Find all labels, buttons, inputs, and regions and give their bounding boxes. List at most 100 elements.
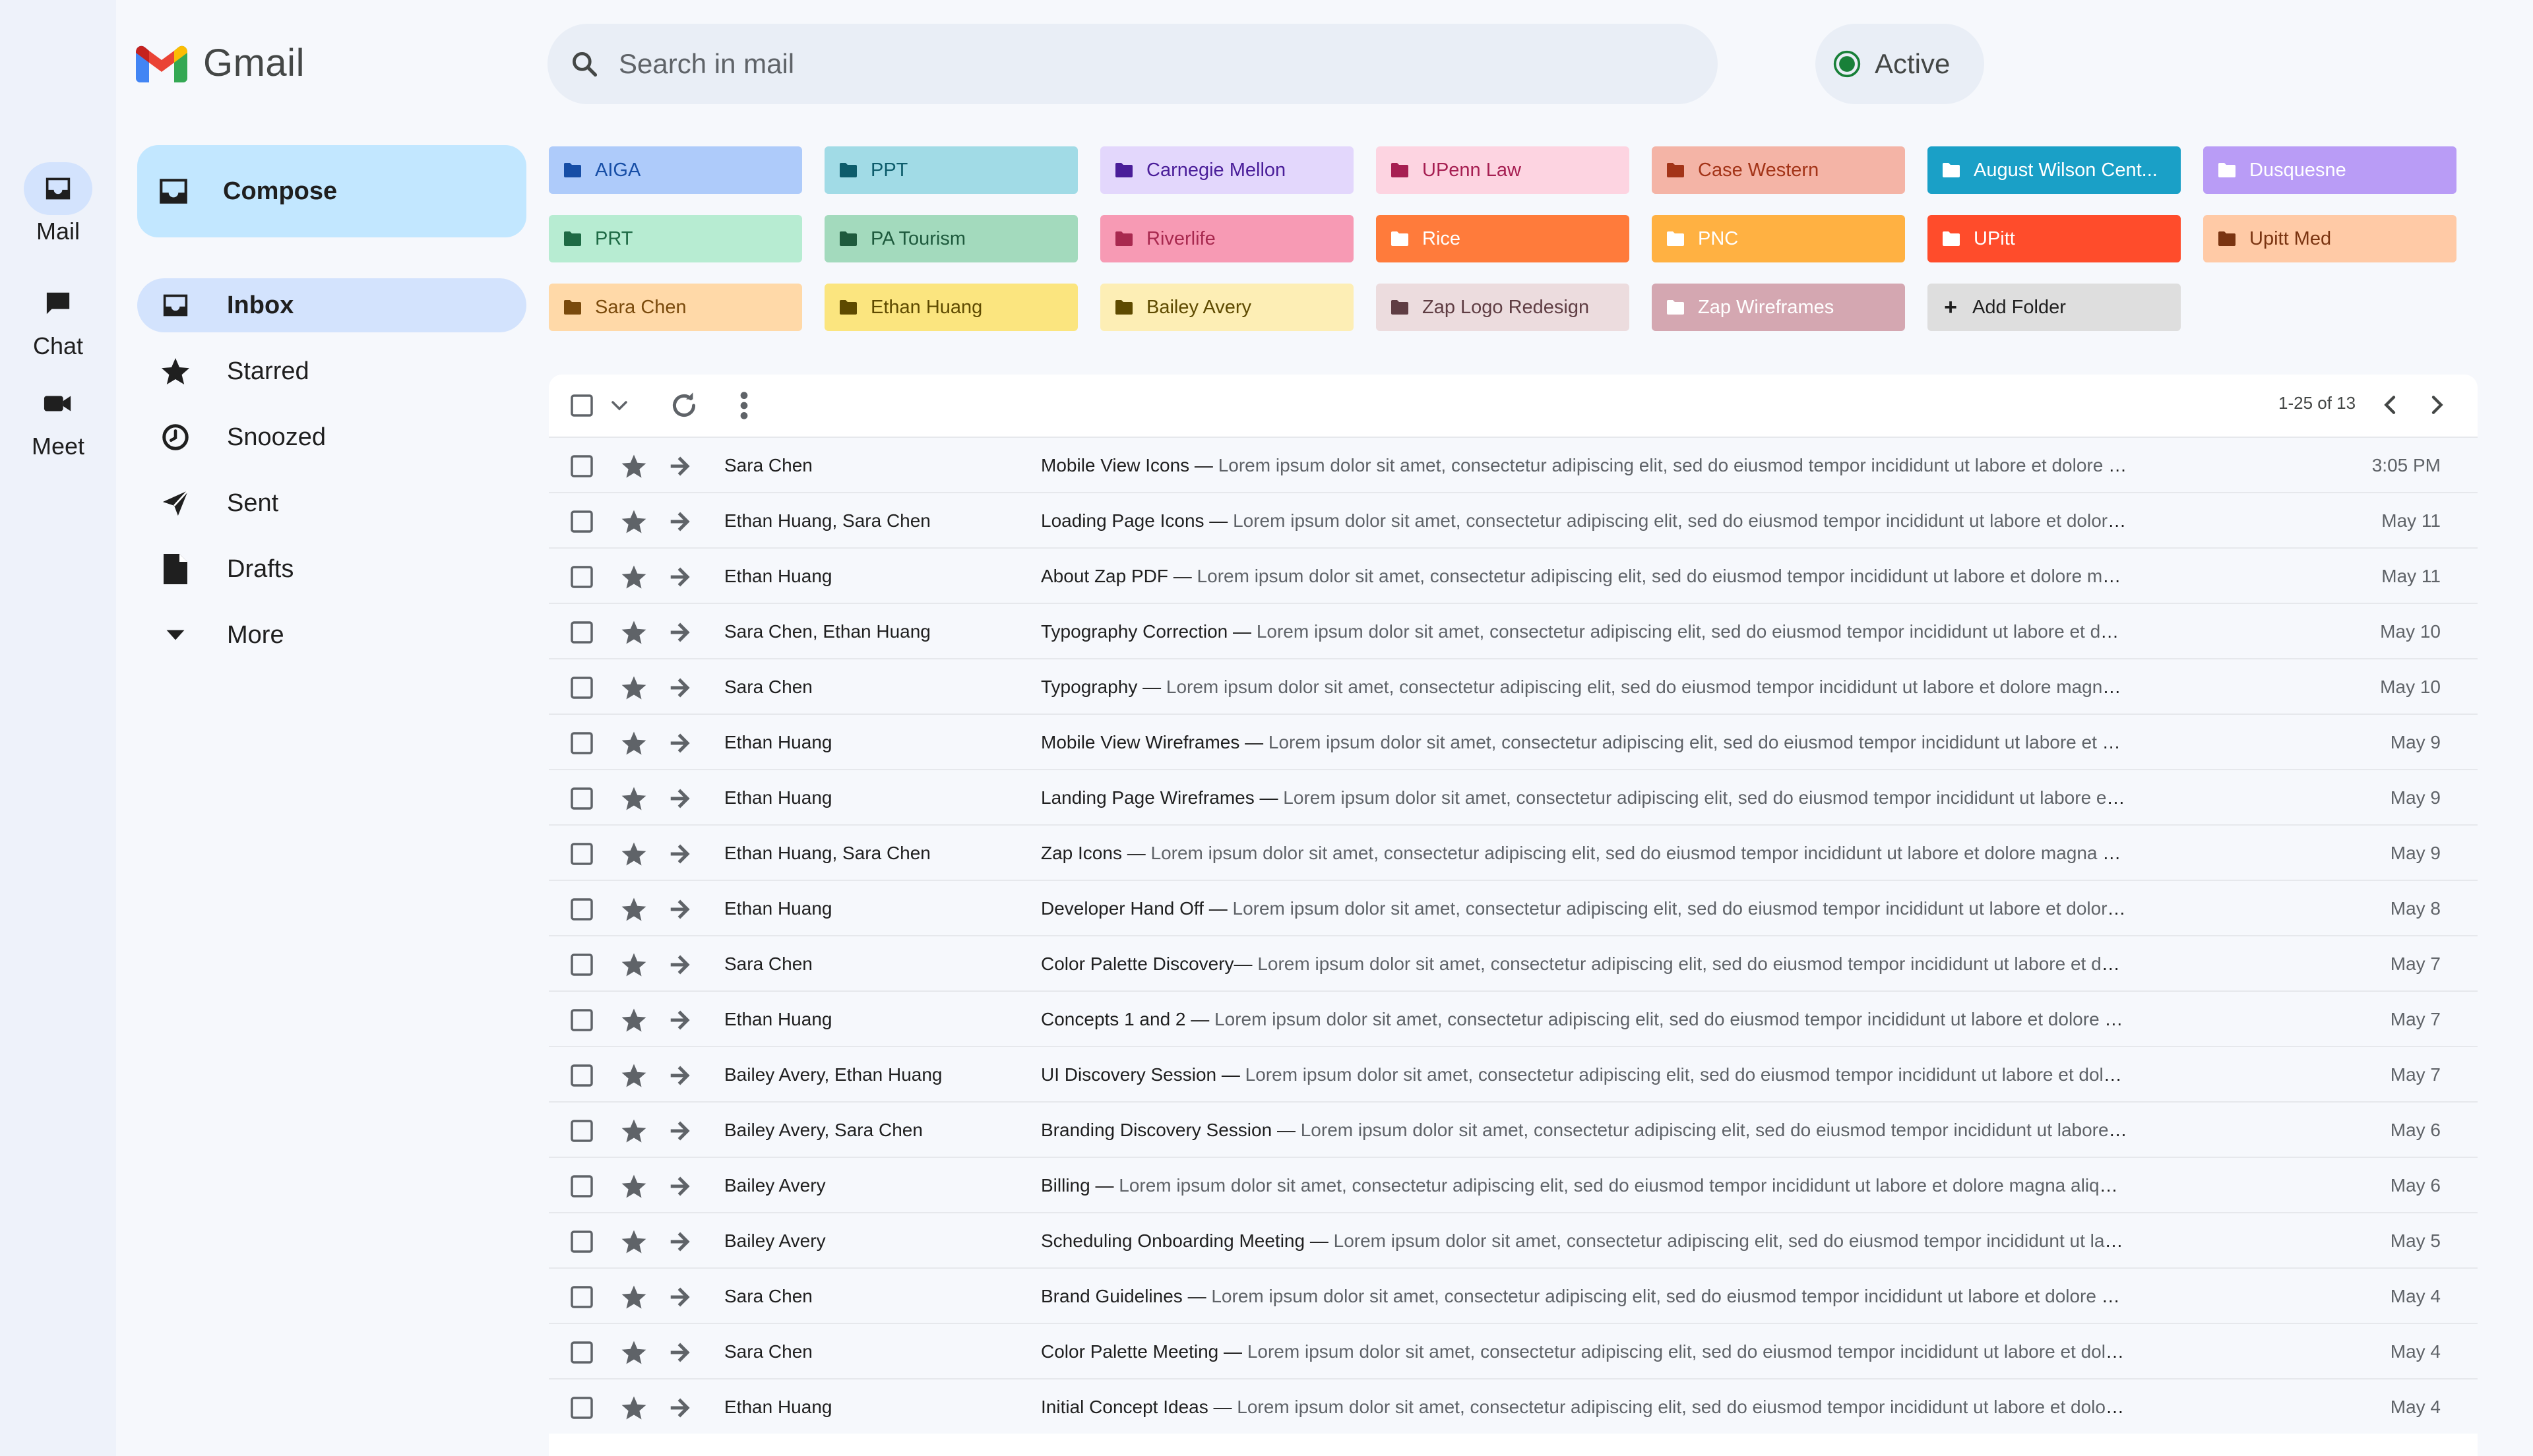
table-row[interactable]: Ethan Huang Mobile View Wireframes — Lore… [549, 713, 2478, 769]
table-row[interactable]: Ethan Huang Landing Page Wireframes — Lor… [549, 769, 2478, 824]
table-row[interactable]: Bailey Avery Billing — Lorem ipsum dolor … [549, 1157, 2478, 1212]
arrow-right-icon[interactable] [668, 952, 693, 977]
table-row[interactable]: Ethan Huang Initial Concept Ideas — Lorem… [549, 1378, 2478, 1434]
table-row[interactable]: Ethan Huang, Sara Chen Loading Page Icons… [549, 492, 2478, 547]
select-all-checkbox[interactable] [570, 394, 594, 417]
chevron-down-icon[interactable] [610, 398, 629, 413]
arrow-right-icon[interactable] [668, 786, 693, 811]
refresh-icon[interactable] [668, 389, 701, 422]
folder-chip[interactable]: Case Western [1652, 146, 1905, 194]
star-icon[interactable] [620, 1339, 648, 1366]
status-selector[interactable]: Active [1815, 24, 1984, 104]
table-row[interactable]: Bailey Avery, Ethan Huang UI Discovery Se… [549, 1046, 2478, 1101]
arrow-right-icon[interactable] [668, 1340, 693, 1365]
star-icon[interactable] [620, 785, 648, 812]
row-checkbox[interactable] [570, 897, 594, 921]
row-checkbox[interactable] [570, 676, 594, 700]
star-icon[interactable] [620, 951, 648, 979]
arrow-right-icon[interactable] [668, 1008, 693, 1033]
arrow-right-icon[interactable] [668, 564, 693, 590]
folder-chip[interactable]: PA Tourism [825, 215, 1078, 262]
add-folder-button[interactable]: + Add Folder [1927, 284, 2181, 331]
row-checkbox[interactable] [570, 1174, 594, 1198]
folder-chip[interactable]: Bailey Avery [1100, 284, 1354, 331]
rail-item-meet[interactable]: Meet [0, 377, 116, 460]
arrow-right-icon[interactable] [668, 1395, 693, 1420]
rail-item-chat[interactable]: Chat [0, 277, 116, 360]
arrow-right-icon[interactable] [668, 675, 693, 700]
row-checkbox[interactable] [570, 842, 594, 866]
folder-chip[interactable]: AIGA [549, 146, 802, 194]
star-icon[interactable] [620, 563, 648, 591]
star-icon[interactable] [620, 619, 648, 646]
rail-item-mail[interactable]: Mail [0, 162, 116, 245]
sidebar-item-sent[interactable]: Sent [137, 476, 526, 530]
arrow-right-icon[interactable] [668, 509, 693, 534]
arrow-right-icon[interactable] [668, 841, 693, 866]
folder-chip[interactable]: Zap Logo Redesign [1376, 284, 1629, 331]
arrow-right-icon[interactable] [668, 731, 693, 756]
table-row[interactable]: Sara Chen Color Palette Discovery— Lorem … [549, 935, 2478, 990]
star-icon[interactable] [620, 1394, 648, 1422]
star-icon[interactable] [620, 895, 648, 923]
table-row[interactable]: Ethan Huang About Zap PDF — Lorem ipsum d… [549, 547, 2478, 603]
star-icon[interactable] [620, 452, 648, 480]
search-bar[interactable] [547, 24, 1718, 104]
folder-chip[interactable]: UPitt [1927, 215, 2181, 262]
table-row[interactable]: Bailey Avery Scheduling Onboarding Meetin… [549, 1212, 2478, 1267]
arrow-right-icon[interactable] [668, 454, 693, 479]
table-row[interactable]: Sara Chen Brand Guidelines — Lorem ipsum … [549, 1267, 2478, 1323]
table-row[interactable]: Sara Chen, Ethan Huang Typography Correct… [549, 603, 2478, 658]
star-icon[interactable] [620, 840, 648, 868]
table-row[interactable]: Sara Chen Mobile View Icons — Lorem ipsum… [549, 437, 2478, 492]
star-icon[interactable] [620, 1283, 648, 1311]
folder-chip[interactable]: Upitt Med [2203, 215, 2456, 262]
folder-chip[interactable]: UPenn Law [1376, 146, 1629, 194]
arrow-right-icon[interactable] [668, 620, 693, 645]
table-row[interactable]: Ethan Huang Developer Hand Off — Lorem ip… [549, 880, 2478, 935]
row-checkbox[interactable] [570, 1285, 594, 1309]
star-icon[interactable] [620, 508, 648, 535]
folder-chip[interactable]: Zap Wireframes [1652, 284, 1905, 331]
folder-chip[interactable]: Carnegie Mellon [1100, 146, 1354, 194]
folder-chip[interactable]: Ethan Huang [825, 284, 1078, 331]
folder-chip[interactable]: Sara Chen [549, 284, 802, 331]
more-vertical-icon[interactable] [737, 390, 751, 421]
sidebar-item-starred[interactable]: Starred [137, 344, 526, 398]
gmail-logo[interactable]: Gmail [136, 41, 305, 85]
folder-chip[interactable]: Riverlife [1100, 215, 1354, 262]
folder-chip[interactable]: Rice [1376, 215, 1629, 262]
arrow-right-icon[interactable] [668, 1063, 693, 1088]
folder-chip[interactable]: Dusquesne [2203, 146, 2456, 194]
table-row[interactable]: Ethan Huang Concepts 1 and 2 — Lorem ipsu… [549, 990, 2478, 1046]
row-checkbox[interactable] [570, 1064, 594, 1087]
table-row[interactable]: Sara Chen Color Palette Meeting — Lorem i… [549, 1323, 2478, 1378]
arrow-right-icon[interactable] [668, 1174, 693, 1199]
table-row[interactable]: Ethan Huang, Sara Chen Zap Icons — Lorem … [549, 824, 2478, 880]
folder-chip[interactable]: PRT [549, 215, 802, 262]
sidebar-item-inbox[interactable]: Inbox [137, 278, 526, 332]
row-checkbox[interactable] [570, 731, 594, 755]
star-icon[interactable] [620, 1062, 648, 1089]
table-row[interactable]: Bailey Avery, Sara Chen Branding Discover… [549, 1101, 2478, 1157]
chevron-right-icon[interactable] [2424, 392, 2450, 418]
table-row[interactable]: Sara Chen Typography — Lorem ipsum dolor … [549, 658, 2478, 713]
folder-chip[interactable]: August Wilson Cent... [1927, 146, 2181, 194]
arrow-right-icon[interactable] [668, 897, 693, 922]
star-icon[interactable] [620, 729, 648, 757]
row-checkbox[interactable] [570, 1396, 594, 1420]
row-checkbox[interactable] [570, 621, 594, 644]
chevron-left-icon[interactable] [2377, 392, 2404, 418]
star-icon[interactable] [620, 1172, 648, 1200]
compose-button[interactable]: Compose [137, 145, 526, 237]
sidebar-item-drafts[interactable]: Drafts [137, 542, 526, 596]
row-checkbox[interactable] [570, 953, 594, 977]
arrow-right-icon[interactable] [668, 1118, 693, 1143]
star-icon[interactable] [620, 674, 648, 702]
sidebar-item-snoozed[interactable]: Snoozed [137, 410, 526, 464]
arrow-right-icon[interactable] [668, 1285, 693, 1310]
row-checkbox[interactable] [570, 1341, 594, 1364]
star-icon[interactable] [620, 1006, 648, 1034]
row-checkbox[interactable] [570, 1119, 594, 1143]
row-checkbox[interactable] [570, 510, 594, 533]
